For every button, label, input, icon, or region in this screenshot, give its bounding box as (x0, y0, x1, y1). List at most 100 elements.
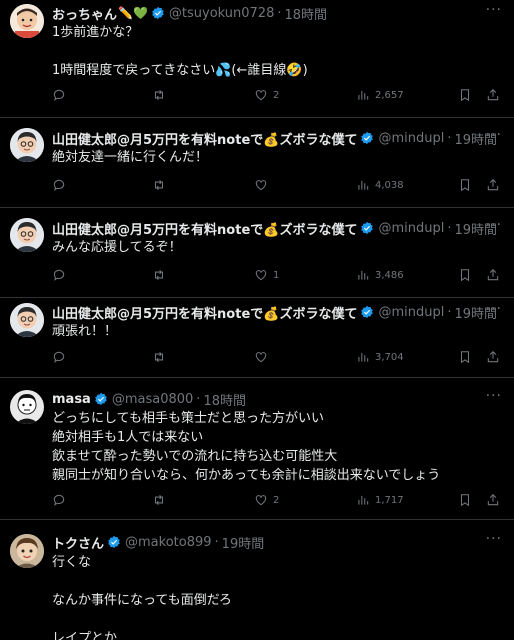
views-button[interactable]: 3,704 (356, 350, 404, 364)
share-icon (487, 351, 499, 363)
display-name[interactable]: 山田健太郎@月5万円を有料noteで💰ズボラな僕て (52, 303, 357, 322)
share-button[interactable] (486, 88, 500, 102)
user-handle[interactable]: @mindupl (378, 131, 444, 146)
bookmark-button[interactable] (458, 493, 472, 507)
tweet[interactable]: おっちゃん ✏️💚 @tsuyokun0728 · 18時間 ··· 1歩前進か… (0, 0, 514, 118)
views-icon (358, 180, 369, 190)
display-name[interactable]: トクさん (52, 533, 104, 552)
user-handle[interactable]: @mindupl (378, 305, 444, 320)
separator-dot: · (277, 5, 282, 21)
like-button[interactable] (254, 350, 273, 364)
tweet[interactable]: 山田健太郎@月5万円を有料noteで💰ズボラな僕て @mindupl · 19時… (0, 298, 514, 378)
reply-button[interactable] (52, 268, 71, 282)
share-button[interactable] (486, 268, 500, 282)
timestamp[interactable]: 18時間 (203, 390, 246, 409)
tweet-actions: 4,038 (52, 178, 502, 198)
tweet-text: 1歩前進かな？ 1時間程度で戻ってきなさい💦(←誰目線🤣) (52, 25, 308, 78)
tweet[interactable]: トクさん @makoto899 · 19時間 ··· 行くな なんか事件になって… (0, 520, 514, 640)
bookmark-button[interactable] (458, 350, 472, 364)
tweet[interactable]: 山田健太郎@月5万円を有料noteで💰ズボラな僕て @mindupl · 19時… (0, 208, 514, 298)
view-count: 3,704 (375, 351, 404, 363)
avatar[interactable] (10, 390, 44, 424)
bookmark-button[interactable] (458, 178, 472, 192)
verified-badge-icon (108, 535, 120, 549)
tweet-header: 山田健太郎@月5万円を有料noteで💰ズボラな僕て @mindupl · 19時… (52, 302, 504, 322)
tweet[interactable]: masa @masa0800 · 18時間 ··· どっちにしても相手も策士だと… (0, 378, 514, 520)
timestamp[interactable]: 18時間 (285, 4, 328, 23)
bookmark-icon (460, 89, 470, 102)
like-icon (255, 495, 267, 506)
user-handle[interactable]: @tsuyokun0728 (169, 6, 274, 21)
display-name[interactable]: 山田健太郎@月5万円を有料noteで💰ズボラな僕て (52, 219, 357, 238)
views-icon (358, 270, 369, 280)
bookmark-button[interactable] (458, 88, 472, 102)
views-icon (358, 352, 369, 362)
reply-icon (53, 269, 65, 281)
verified-badge-icon (361, 305, 374, 319)
bookmark-button[interactable] (458, 268, 472, 282)
timestamp[interactable]: 19時間 (222, 533, 265, 552)
share-icon (487, 179, 499, 191)
reply-button[interactable] (52, 88, 71, 102)
bookmark-icon (460, 179, 470, 192)
display-name[interactable]: 山田健太郎@月5万円を有料noteで💰ズボラな僕て (52, 129, 357, 148)
views-button[interactable]: 2,657 (356, 88, 404, 102)
reply-icon (53, 494, 65, 506)
user-handle[interactable]: @makoto899 (125, 535, 212, 550)
bookmark-icon (460, 269, 470, 282)
tweet-text: 絶対友達一緒に行くんだ！ (52, 150, 209, 165)
views-button[interactable]: 4,038 (356, 178, 404, 192)
more-icon[interactable]: ··· (486, 127, 502, 143)
views-icon (358, 90, 369, 100)
like-button[interactable] (254, 178, 273, 192)
retweet-button[interactable] (152, 493, 171, 507)
share-button[interactable] (486, 178, 500, 192)
like-count: 2 (273, 89, 280, 101)
more-icon[interactable]: ··· (486, 531, 502, 547)
tweet-actions: 3,704 (52, 350, 502, 370)
share-button[interactable] (486, 493, 500, 507)
more-icon[interactable]: ··· (486, 217, 502, 233)
separator-dot: · (196, 391, 201, 407)
tweet-header: トクさん @makoto899 · 19時間 (52, 532, 504, 552)
tweet-text: みんな応援してるぞ！ (52, 240, 182, 255)
share-icon (487, 89, 499, 101)
display-name[interactable]: おっちゃん (52, 4, 117, 23)
retweet-button[interactable] (152, 350, 171, 364)
display-name[interactable]: masa (52, 392, 91, 407)
avatar[interactable] (10, 303, 44, 337)
avatar[interactable] (10, 218, 44, 252)
user-handle[interactable]: @mindupl (378, 221, 444, 236)
reply-button[interactable] (52, 178, 71, 192)
retweet-button[interactable] (152, 178, 171, 192)
retweet-button[interactable] (152, 88, 171, 102)
reply-button[interactable] (52, 350, 71, 364)
like-button[interactable]: 1 (254, 268, 279, 282)
avatar[interactable] (10, 4, 44, 38)
share-button[interactable] (486, 350, 500, 364)
views-icon (358, 495, 369, 505)
separator-dot: · (214, 534, 219, 550)
retweet-icon (154, 494, 164, 506)
more-icon[interactable]: ··· (486, 301, 502, 317)
avatar[interactable] (10, 128, 44, 162)
verified-badge-icon (361, 221, 374, 235)
avatar[interactable] (10, 534, 44, 568)
like-button[interactable]: 2 (254, 493, 279, 507)
verified-badge-icon (361, 131, 374, 145)
tweet-header: 山田健太郎@月5万円を有料noteで💰ズボラな僕て @mindupl · 19時… (52, 128, 504, 148)
more-icon[interactable]: ··· (486, 2, 502, 18)
share-icon (487, 269, 499, 281)
separator-dot: · (447, 220, 452, 236)
tweet-text: 頑張れ！！ (52, 324, 118, 339)
retweet-button[interactable] (152, 268, 171, 282)
like-button[interactable]: 2 (254, 88, 279, 102)
user-handle[interactable]: @masa0800 (112, 392, 193, 407)
view-count: 2,657 (375, 89, 404, 101)
more-icon[interactable]: ··· (486, 388, 502, 404)
tweet[interactable]: 山田健太郎@月5万円を有料noteで💰ズボラな僕て @mindupl · 19時… (0, 118, 514, 208)
reply-button[interactable] (52, 493, 71, 507)
views-button[interactable]: 1,717 (356, 493, 404, 507)
views-button[interactable]: 3,486 (356, 268, 404, 282)
reply-icon (53, 89, 65, 101)
